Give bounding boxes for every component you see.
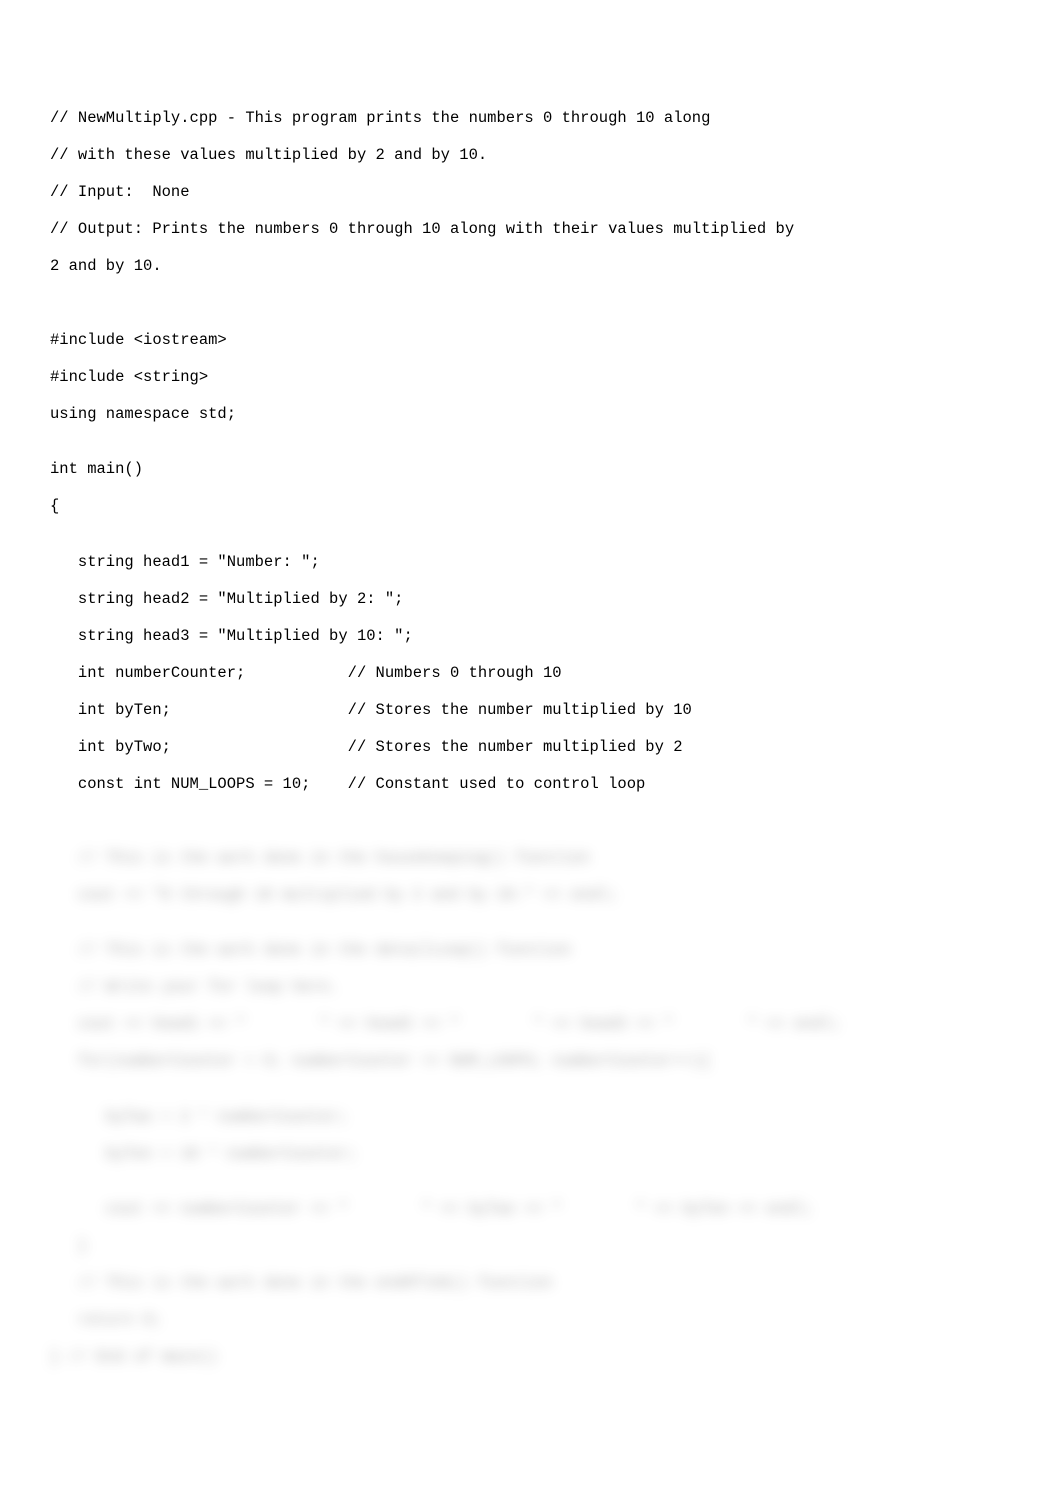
code-line: // This is the work done in the detailLo… bbox=[50, 941, 1012, 960]
code-line: byTwo = 2 * numberCounter; bbox=[50, 1108, 1012, 1127]
code-line: } bbox=[50, 1237, 1012, 1256]
code-document: // NewMultiply.cpp - This program prints… bbox=[0, 0, 1062, 1454]
code-line: int byTwo; // Stores the number multipli… bbox=[50, 738, 1012, 757]
code-line: const int NUM_LOOPS = 10; // Constant us… bbox=[50, 775, 1012, 794]
code-line: { bbox=[50, 497, 1012, 516]
code-line: cout << numberCounter << " " << byTwo <<… bbox=[50, 1200, 1012, 1219]
code-line: // with these values multiplied by 2 and… bbox=[50, 146, 1012, 165]
code-line: #include <iostream> bbox=[50, 331, 1012, 350]
code-line: } // End of main() bbox=[50, 1348, 1012, 1367]
blurred-code-region: // This is the work done in the housekee… bbox=[50, 830, 1012, 1385]
code-line: // Input: None bbox=[50, 183, 1012, 202]
code-line: for(numberCounter = 0; numberCounter <= … bbox=[50, 1052, 1012, 1071]
code-line: // This is the work done in the endOfJob… bbox=[50, 1274, 1012, 1293]
code-line: return 0; bbox=[50, 1311, 1012, 1330]
code-line: // Write your for loop here. bbox=[50, 978, 1012, 997]
code-line: // Output: Prints the numbers 0 through … bbox=[50, 220, 1012, 239]
code-line: byTen = 10 * numberCounter; bbox=[50, 1145, 1012, 1164]
code-line: #include <string> bbox=[50, 368, 1012, 387]
code-line: cout << head1 << " " << head2 << " " << … bbox=[50, 1015, 1012, 1034]
code-line: // This is the work done in the housekee… bbox=[50, 849, 1012, 868]
code-line: cout << "0 through 10 multiplied by 2 an… bbox=[50, 886, 1012, 905]
code-line: using namespace std; bbox=[50, 405, 1012, 424]
code-line: string head1 = "Number: "; bbox=[50, 553, 1012, 572]
code-line: int numberCounter; // Numbers 0 through … bbox=[50, 664, 1012, 683]
code-line: 2 and by 10. bbox=[50, 257, 1012, 276]
code-line: // NewMultiply.cpp - This program prints… bbox=[50, 109, 1012, 128]
code-line: int main() bbox=[50, 460, 1012, 479]
code-line: int byTen; // Stores the number multipli… bbox=[50, 701, 1012, 720]
code-line: string head2 = "Multiplied by 2: "; bbox=[50, 590, 1012, 609]
code-line: string head3 = "Multiplied by 10: "; bbox=[50, 627, 1012, 646]
